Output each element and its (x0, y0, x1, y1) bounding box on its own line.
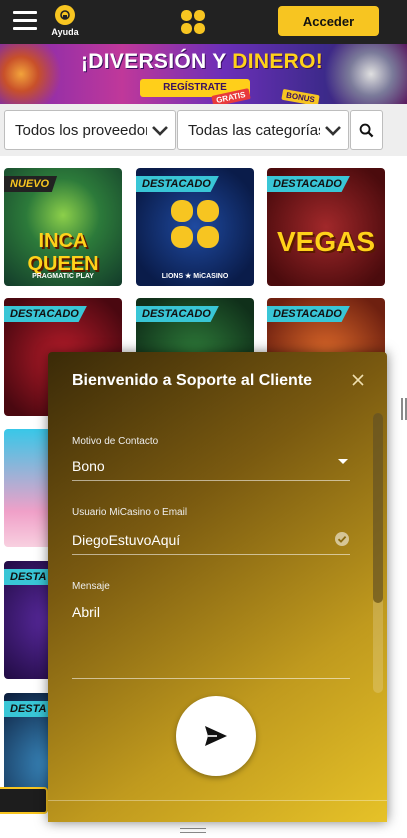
caret-down-icon[interactable] (338, 459, 348, 464)
modal-title: Bienvenido a Soporte al Cliente (72, 372, 313, 389)
right-gutter (388, 156, 407, 838)
category-select-value: Todas las categorías (188, 121, 320, 139)
login-button[interactable]: Acceder (278, 6, 379, 36)
featured-badge: DESTACADO (267, 306, 350, 322)
game-title: VEGAS (276, 226, 376, 257)
game-tile-lions[interactable]: DESTACADO LIONS ★ MiCASINO (136, 168, 254, 286)
home-indicator (180, 828, 206, 834)
provider-select-value: Todos los proveedores (15, 121, 147, 139)
user-email-label: Usuario MiCasino o Email (72, 507, 188, 518)
search-icon (359, 123, 374, 137)
modal-scrollbar[interactable] (373, 413, 383, 693)
category-select[interactable]: Todas las categorías (177, 110, 349, 150)
featured-badge: DESTA (4, 569, 55, 585)
contact-reason-underline (72, 480, 350, 481)
modal-footer-divider (48, 800, 387, 801)
game-title: INCA QUEEN (27, 230, 99, 275)
send-button[interactable] (176, 696, 256, 776)
message-underline (72, 678, 350, 679)
check-circle-icon (334, 531, 350, 547)
support-modal: Bienvenido a Soporte al Cliente Motivo d… (48, 352, 387, 822)
close-icon[interactable] (350, 372, 366, 388)
game-tile-vegas[interactable]: DESTACADO VEGAS (267, 168, 385, 286)
message-textarea[interactable]: Abril (72, 604, 100, 620)
game-provider: LIONS ★ MiCASINO (161, 273, 229, 280)
game-tile-inca-queen[interactable]: NUEVO INCA QUEEN PRAGMATIC PLAY (4, 168, 122, 286)
user-email-underline (72, 554, 350, 555)
bonus-tag: BONUS (281, 88, 320, 104)
new-badge: NUEVO (4, 176, 58, 192)
featured-badge: DESTACADO (267, 176, 350, 192)
banner-title: ¡DIVERSIÓN Y DINERO! (72, 50, 332, 74)
send-icon (205, 726, 227, 746)
modal-scrollbar-thumb[interactable] (373, 413, 383, 603)
banner-title-part2: DINERO! (232, 50, 324, 73)
bottom-action-button[interactable] (0, 787, 48, 814)
clover-logo-icon[interactable] (178, 7, 208, 37)
search-button[interactable] (350, 110, 383, 150)
promo-banner[interactable]: ¡DIVERSIÓN Y DINERO! REGÍSTRATE GRATIS B… (0, 44, 407, 104)
contact-reason-select[interactable]: Bono (72, 458, 105, 474)
game-filters: Todos los proveedores Todas las categorí… (0, 104, 407, 156)
hamburger-menu-icon[interactable] (13, 11, 37, 31)
resize-handle[interactable] (401, 398, 407, 420)
game-provider: PRAGMATIC PLAY (32, 273, 94, 280)
message-label: Mensaje (72, 581, 110, 592)
clover-logo-icon (171, 200, 219, 248)
banner-title-part1: ¡DIVERSIÓN Y (80, 50, 227, 73)
featured-badge: DESTA (4, 701, 55, 717)
help-label: Ayuda (51, 27, 79, 37)
modal-header: Bienvenido a Soporte al Cliente (48, 352, 387, 410)
provider-select[interactable]: Todos los proveedores (4, 110, 176, 150)
featured-badge: DESTACADO (136, 176, 219, 192)
chevron-down-icon (325, 126, 341, 136)
featured-badge: DESTACADO (136, 306, 219, 322)
top-header: Ayuda Acceder (0, 0, 407, 44)
help-icon (55, 5, 75, 25)
featured-badge: DESTACADO (4, 306, 87, 322)
chevron-down-icon (152, 126, 168, 136)
contact-reason-label: Motivo de Contacto (72, 436, 159, 447)
user-email-input[interactable]: DiegoEstuvoAquí (72, 532, 180, 548)
help-button[interactable]: Ayuda (50, 5, 80, 37)
banner-decoration-left (0, 44, 70, 104)
